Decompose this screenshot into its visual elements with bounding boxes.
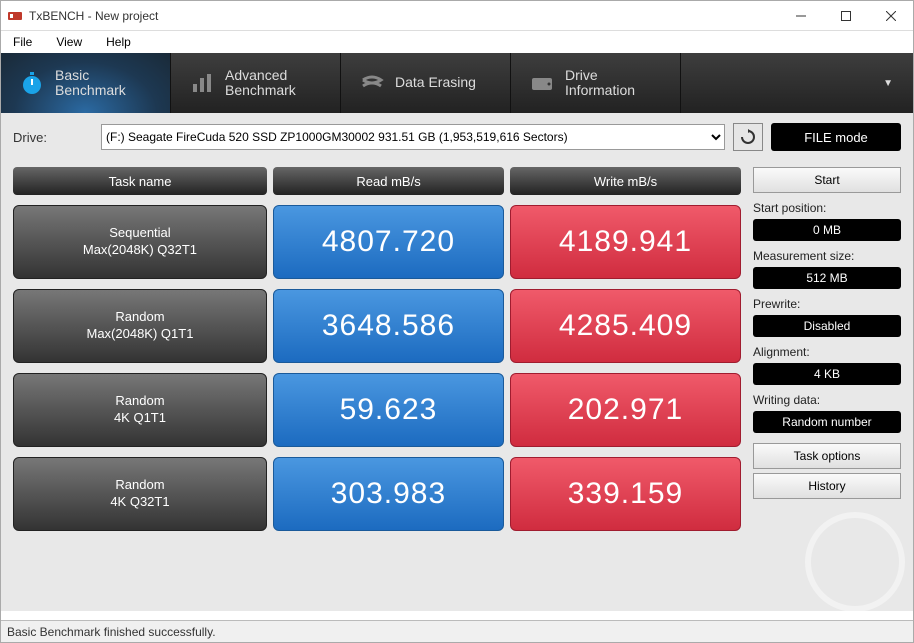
drive-icon <box>529 70 555 96</box>
result-row: Random 4K Q1T1 59.623 202.971 <box>13 373 741 447</box>
read-value-cell: 3648.586 <box>273 289 504 363</box>
results-panel: Task name Read mB/s Write mB/s Sequentia… <box>13 167 741 605</box>
write-value-cell: 4189.941 <box>510 205 741 279</box>
writing-data-value[interactable]: Random number <box>753 411 901 433</box>
read-value-cell: 303.983 <box>273 457 504 531</box>
window-title: TxBENCH - New project <box>29 9 778 23</box>
chevron-down-icon[interactable]: ▼ <box>883 78 893 89</box>
task-name-cell: Random 4K Q32T1 <box>13 457 267 531</box>
close-icon <box>886 11 896 21</box>
start-button[interactable]: Start <box>753 167 901 193</box>
alignment-value[interactable]: 4 KB <box>753 363 901 385</box>
task-name-cell: Sequential Max(2048K) Q32T1 <box>13 205 267 279</box>
start-position-label: Start position: <box>753 201 901 215</box>
prewrite-value[interactable]: Disabled <box>753 315 901 337</box>
menu-view[interactable]: View <box>50 33 88 51</box>
menu-bar: File View Help <box>1 31 913 53</box>
menu-file[interactable]: File <box>7 33 38 51</box>
tab-data-erasing[interactable]: Data Erasing <box>341 53 511 113</box>
tab-label: Basic Benchmark <box>55 68 126 99</box>
header-write: Write mB/s <box>510 167 741 195</box>
start-position-value[interactable]: 0 MB <box>753 219 901 241</box>
history-button[interactable]: History <box>753 473 901 499</box>
read-value-cell: 4807.720 <box>273 205 504 279</box>
result-row: Sequential Max(2048K) Q32T1 4807.720 418… <box>13 205 741 279</box>
app-icon <box>7 8 23 24</box>
tab-strip: Basic Benchmark Advanced Benchmark Data … <box>1 53 913 113</box>
drive-select[interactable]: (F:) Seagate FireCuda 520 SSD ZP1000GM30… <box>101 124 725 150</box>
header-task: Task name <box>13 167 267 195</box>
tab-label: Drive Information <box>565 68 635 99</box>
prewrite-label: Prewrite: <box>753 297 901 311</box>
alignment-label: Alignment: <box>753 345 901 359</box>
refresh-icon <box>740 129 756 145</box>
status-text: Basic Benchmark finished successfully. <box>7 625 216 639</box>
title-bar: TxBENCH - New project <box>1 1 913 31</box>
measurement-size-value[interactable]: 512 MB <box>753 267 901 289</box>
column-headers: Task name Read mB/s Write mB/s <box>13 167 741 195</box>
stopwatch-icon <box>19 70 45 96</box>
erase-icon <box>359 70 385 96</box>
result-row: Random Max(2048K) Q1T1 3648.586 4285.409 <box>13 289 741 363</box>
refresh-button[interactable] <box>733 123 763 151</box>
tab-drive-information[interactable]: Drive Information <box>511 53 681 113</box>
write-value-cell: 202.971 <box>510 373 741 447</box>
task-options-button[interactable]: Task options <box>753 443 901 469</box>
bars-icon <box>189 70 215 96</box>
result-row: Random 4K Q32T1 303.983 339.159 <box>13 457 741 531</box>
write-value-cell: 4285.409 <box>510 289 741 363</box>
tab-label: Data Erasing <box>395 75 476 90</box>
menu-help[interactable]: Help <box>100 33 137 51</box>
writing-data-label: Writing data: <box>753 393 901 407</box>
minimize-icon <box>796 11 806 21</box>
task-name-cell: Random 4K Q1T1 <box>13 373 267 447</box>
drive-row: Drive: (F:) Seagate FireCuda 520 SSD ZP1… <box>1 113 913 161</box>
write-value-cell: 339.159 <box>510 457 741 531</box>
tab-advanced-benchmark[interactable]: Advanced Benchmark <box>171 53 341 113</box>
tab-basic-benchmark[interactable]: Basic Benchmark <box>1 53 171 113</box>
read-value-cell: 59.623 <box>273 373 504 447</box>
file-mode-button[interactable]: FILE mode <box>771 123 901 151</box>
tab-label: Advanced Benchmark <box>225 68 296 99</box>
maximize-button[interactable] <box>823 1 868 30</box>
side-panel: Start Start position: 0 MB Measurement s… <box>753 167 901 605</box>
content-area: Task name Read mB/s Write mB/s Sequentia… <box>1 161 913 611</box>
minimize-button[interactable] <box>778 1 823 30</box>
task-name-cell: Random Max(2048K) Q1T1 <box>13 289 267 363</box>
drive-label: Drive: <box>13 130 93 145</box>
header-read: Read mB/s <box>273 167 504 195</box>
measurement-size-label: Measurement size: <box>753 249 901 263</box>
maximize-icon <box>841 11 851 21</box>
status-bar: Basic Benchmark finished successfully. <box>1 620 913 642</box>
close-button[interactable] <box>868 1 913 30</box>
